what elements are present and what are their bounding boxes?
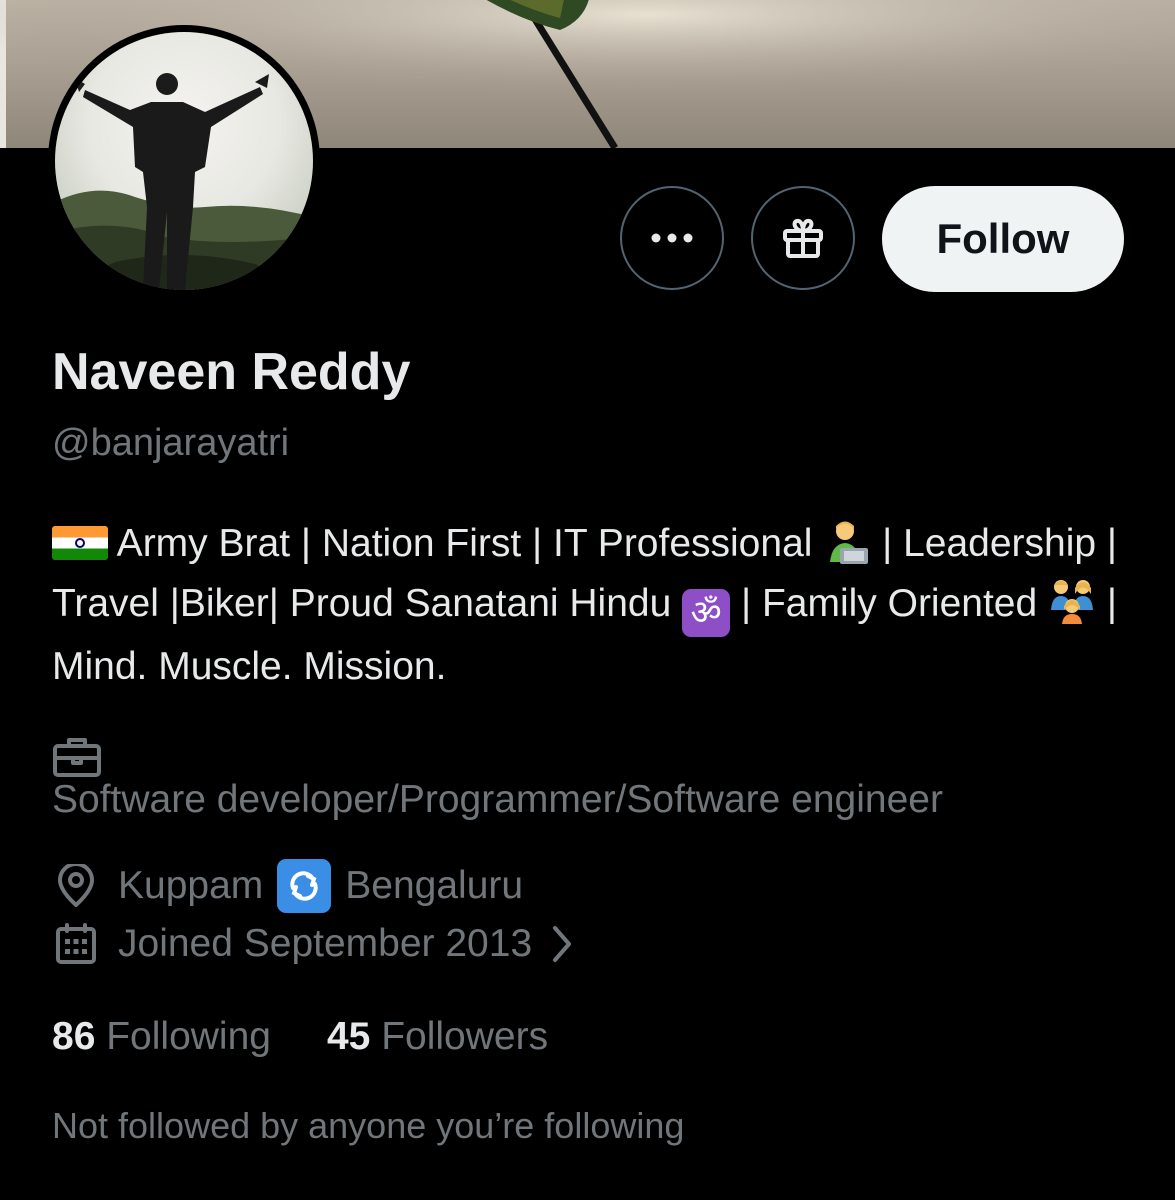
followers-link[interactable]: 45 Followers — [327, 1015, 548, 1058]
location-pin-icon — [52, 862, 100, 910]
avatar-image — [55, 32, 313, 290]
profile-location: Kuppam Bengaluru — [52, 859, 524, 913]
profile-name: Naveen Reddy — [52, 343, 411, 401]
chevron-right-icon — [550, 924, 574, 964]
technologist-emoji-icon — [823, 517, 871, 565]
location-from: Kuppam — [118, 864, 264, 907]
profile-profession: Software developer/Programmer/Software e… — [52, 778, 943, 821]
profile-joined-date[interactable]: Joined September 2013 — [52, 918, 574, 970]
more-icon — [651, 233, 693, 243]
india-flag-icon — [52, 526, 108, 560]
om-emoji-icon: ॐ — [682, 589, 731, 637]
following-link[interactable]: 86 Following — [52, 1015, 271, 1058]
profile-stats: 86 Following 45 Followers — [52, 1015, 548, 1059]
followers-count: 45 — [326, 1015, 371, 1058]
joined-text: Joined September 2013 — [118, 922, 533, 965]
profile-bio: Army Brat | Nation First | IT Profession… — [52, 514, 1142, 697]
following-count: 86 — [52, 1015, 96, 1058]
repeat-arrows-emoji-icon — [277, 859, 332, 913]
briefcase-icon — [52, 736, 102, 783]
mutual-followers-text: Not followed by anyone you’re following — [52, 1105, 685, 1146]
more-options-button[interactable] — [620, 186, 724, 290]
followers-label: Followers — [381, 1015, 549, 1058]
bio-text-3: | Family Oriented — [730, 582, 1049, 625]
bio-text-1: Army Brat | Nation First | IT Profession… — [108, 522, 824, 565]
profile-handle: @banjarayatri — [52, 422, 290, 464]
follow-button[interactable]: Follow — [882, 186, 1124, 292]
profile-avatar[interactable] — [48, 25, 320, 297]
gift-icon — [783, 218, 823, 258]
gift-button[interactable] — [751, 186, 855, 290]
location-to: Bengaluru — [345, 864, 524, 907]
family-emoji-icon — [1048, 576, 1096, 624]
calendar-icon — [52, 920, 100, 968]
following-label: Following — [106, 1015, 271, 1058]
